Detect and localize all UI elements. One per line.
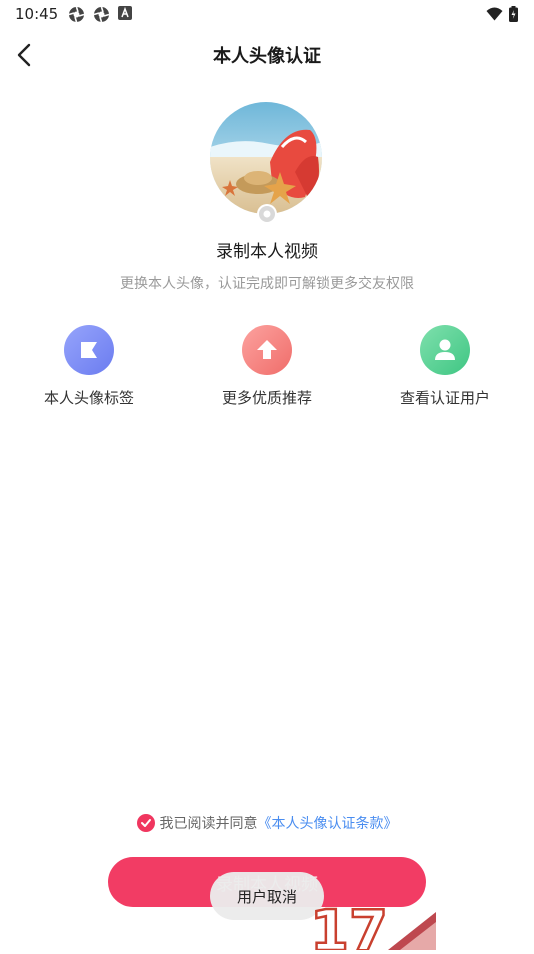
feature-recommend: 更多优质推荐 [192,325,342,408]
a-box-icon [118,6,132,20]
avatar-container[interactable] [210,102,324,224]
feature-label: 本人头像标签 [43,389,134,407]
app-notification-icon [93,6,110,23]
user-icon [420,325,470,375]
terms-link[interactable]: 《本人头像认证条款》 [258,813,398,833]
status-system-icons [486,6,518,22]
check-icon [140,819,151,827]
feature-label: 更多优质推荐 [221,389,312,407]
record-subtitle: 更换本人头像，认证完成即可解锁更多交友权限 [120,276,414,292]
watermark-logo: 17 [308,890,438,954]
agree-checkbox[interactable] [136,814,155,832]
badge-icon [259,206,275,222]
avatar-verify-badge [257,204,277,224]
app-notification-icon [68,6,85,23]
tag-icon [64,325,114,375]
watermark-text: 17 [310,899,388,950]
header: 本人头像认证 [0,28,534,80]
feature-view-verified: 查看认证用户 [370,325,520,408]
status-notification-icons [68,6,132,23]
status-bar: 10:45 [0,0,534,28]
record-video-title: 录制本人视频 [216,242,318,262]
toast-message: 用户取消 [210,872,324,920]
page-title: 本人头像认证 [213,46,321,67]
wifi-icon [486,7,503,21]
agreement-text: 我已阅读并同意 [159,816,258,832]
battery-icon [509,6,518,22]
feature-avatar-tag: 本人头像标签 [14,325,164,408]
feature-label: 查看认证用户 [399,389,490,407]
status-time: 10:45 [15,5,59,23]
avatar-image [210,102,322,214]
agreement-row: 我已阅读并同意 《本人头像认证条款》 [0,813,534,833]
avatar[interactable] [210,102,322,214]
arrow-up-icon [242,325,292,375]
